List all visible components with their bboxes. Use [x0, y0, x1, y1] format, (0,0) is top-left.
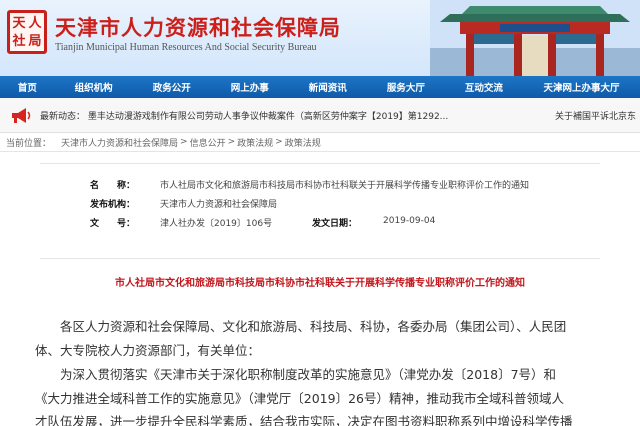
bureau-seal-logo[interactable]: 天 人 社 局	[7, 10, 47, 54]
nav-organization[interactable]: 组织机构	[55, 80, 133, 94]
seal-char: 局	[28, 33, 42, 49]
body-text-line: 才队伍发展，进一步提升全民科学素质，结合我市实际，决定在图书资料职称系列中增设科…	[35, 414, 573, 426]
megaphone-icon	[12, 108, 31, 123]
meta-label: 名 称：	[90, 181, 136, 191]
breadcrumb: 当前位置： 天津市人力资源和社会保障局 > 信息公开 > 政策法规 > 政策法规	[0, 133, 640, 152]
site-header: 天 人 社 局 天津市人力资源和社会保障局 Tianjin Municipal …	[0, 0, 640, 76]
seal-char: 人	[28, 15, 42, 31]
seal-char: 社	[12, 33, 26, 49]
nav-interaction[interactable]: 互动交流	[445, 80, 523, 94]
breadcrumb-label: 当前位置：	[6, 138, 52, 149]
meta-value: 天津市人力资源和社会保障局	[160, 200, 278, 210]
meta-label: 发布机构：	[90, 200, 136, 210]
ticker-headline-next[interactable]: 关于補国平诉北京东	[555, 109, 636, 122]
breadcrumb-link-policy[interactable]: 政策法规	[237, 136, 273, 149]
nav-service-hall[interactable]: 服务大厅	[367, 80, 445, 94]
meta-row-issuer: 发布机构： 天津市人力资源和社会保障局	[40, 197, 600, 215]
breadcrumb-separator: >	[227, 137, 236, 147]
memorial-archway-banner	[430, 0, 640, 76]
breadcrumb-separator: >	[180, 137, 188, 147]
document-title: 市人社局市文化和旅游局市科技局市科协市社科联关于开展科学传播专业职称评价工作的通…	[115, 278, 525, 289]
breadcrumb-separator: >	[275, 137, 283, 147]
latest-news-ticker: 最新动态： 墨丰达动漫游戏制作有限公司劳动人事争议仲裁案件（高新区劳仲案字【20…	[0, 98, 640, 133]
meta-value: 市人社局市文化和旅游局市科技局市科协市社科联关于开展科学传播专业职称评价工作的通…	[160, 181, 530, 191]
nav-government-affairs[interactable]: 政务公开	[133, 80, 211, 94]
site-title-english: Tianjin Municipal Human Resources And So…	[55, 42, 317, 53]
meta-row-docno: 文 号： 津人社办发〔2019〕106号 发文日期： 2019-09-04	[40, 216, 600, 234]
meta-value: 2019-09-04	[383, 216, 436, 226]
body-text-line: 为深入贯彻落实《天津市关于深化职称制度改革的实施意见》（津党办发〔2018〕7号…	[60, 367, 557, 382]
breadcrumb-link-disclosure[interactable]: 信息公开	[190, 136, 226, 149]
meta-label: 文 号：	[90, 219, 136, 229]
ticker-headline[interactable]: 最新动态： 墨丰达动漫游戏制作有限公司劳动人事争议仲裁案件（高新区劳仲案字【20…	[40, 109, 448, 122]
body-text-line: 《大力推进全域科普工作的实施意见》（津党厅〔2019〕26号）精神，推动我市全域…	[35, 391, 564, 406]
nav-news[interactable]: 新闻资讯	[289, 80, 367, 94]
nav-home[interactable]: 首页	[0, 80, 55, 94]
body-text-line: 体、大专院校人力资源部门，有关单位：	[35, 343, 261, 358]
document-metadata: 名 称： 市人社局市文化和旅游局市科技局市科协市社科联关于开展科学传播专业职称评…	[40, 163, 600, 259]
nav-online-services[interactable]: 网上办事	[211, 80, 289, 94]
meta-row-name: 名 称： 市人社局市文化和旅游局市科技局市科协市社科联关于开展科学传播专业职称评…	[40, 178, 600, 196]
meta-value: 津人社办发〔2019〕106号	[160, 219, 273, 229]
breadcrumb-link-policy-current[interactable]: 政策法规	[285, 136, 321, 149]
site-title: 天津市人力资源和社会保障局	[55, 15, 341, 40]
nav-online-hall[interactable]: 天津网上办事大厅	[523, 80, 640, 94]
seal-char: 天	[12, 15, 26, 31]
breadcrumb-link-bureau[interactable]: 天津市人力资源和社会保障局	[61, 136, 178, 149]
body-text-line: 各区人力资源和社会保障局、文化和旅游局、科技局、科协，各委办局（集团公司）、人民…	[60, 319, 567, 334]
meta-label: 发文日期：	[312, 219, 358, 229]
main-navigation: 首页 组织机构 政务公开 网上办事 新闻资讯 服务大厅 互动交流 天津网上办事大…	[0, 76, 640, 98]
